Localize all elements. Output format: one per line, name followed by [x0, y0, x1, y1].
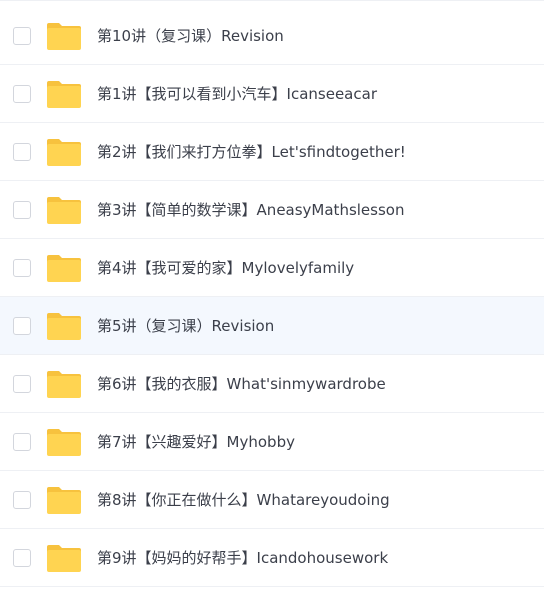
- checkbox[interactable]: [13, 490, 31, 509]
- file-name[interactable]: 第5讲（复习课）Revision: [97, 297, 274, 354]
- folder-icon: [47, 428, 81, 456]
- list-item[interactable]: 第2讲【我们来打方位拳】Let'sfindtogether!: [0, 123, 544, 181]
- list-item[interactable]: 第3讲【简单的数学课】AneasyMathslesson: [0, 181, 544, 239]
- list-item[interactable]: 第7讲【兴趣爱好】Myhobby: [0, 413, 544, 471]
- list-item[interactable]: 第6讲【我的衣服】What'sinmywardrobe: [0, 355, 544, 413]
- file-name[interactable]: 第9讲【妈妈的好帮手】Icandohousework: [97, 529, 388, 586]
- file-name[interactable]: 第7讲【兴趣爱好】Myhobby: [97, 413, 295, 470]
- checkbox[interactable]: [13, 374, 31, 393]
- checkbox[interactable]: [13, 142, 31, 161]
- list-item[interactable]: 第5讲（复习课）Revision: [0, 297, 544, 355]
- folder-icon: [47, 312, 81, 340]
- list-item[interactable]: 第1讲【我可以看到小汽车】Icanseeacar: [0, 65, 544, 123]
- file-name[interactable]: 第2讲【我们来打方位拳】Let'sfindtogether!: [97, 123, 406, 180]
- folder-icon: [47, 138, 81, 166]
- folder-icon: [47, 196, 81, 224]
- file-name[interactable]: 第3讲【简单的数学课】AneasyMathslesson: [97, 181, 404, 238]
- list-item[interactable]: 第10讲（复习课）Revision: [0, 7, 544, 65]
- file-name[interactable]: 第4讲【我可爱的家】Mylovelyfamily: [97, 239, 354, 296]
- folder-icon: [47, 370, 81, 398]
- folder-icon: [47, 544, 81, 572]
- file-list: 第10讲（复习课）Revision 第1讲【我可以看到小汽车】Icanseeac…: [0, 0, 544, 596]
- file-name[interactable]: 第10讲（复习课）Revision: [97, 7, 284, 64]
- folder-icon: [47, 486, 81, 514]
- file-name[interactable]: 第1讲【我可以看到小汽车】Icanseeacar: [97, 65, 377, 122]
- folder-icon: [47, 22, 81, 50]
- checkbox[interactable]: [13, 26, 31, 45]
- checkbox[interactable]: [13, 200, 31, 219]
- checkbox[interactable]: [13, 432, 31, 451]
- folder-icon: [47, 254, 81, 282]
- folder-icon: [47, 80, 81, 108]
- file-name[interactable]: 第8讲【你正在做什么】Whatareyoudoing: [97, 471, 390, 528]
- checkbox[interactable]: [13, 258, 31, 277]
- list-item[interactable]: 第8讲【你正在做什么】Whatareyoudoing: [0, 471, 544, 529]
- list-item[interactable]: 第4讲【我可爱的家】Mylovelyfamily: [0, 239, 544, 297]
- checkbox[interactable]: [13, 548, 31, 567]
- list-item[interactable]: 第9讲【妈妈的好帮手】Icandohousework: [0, 529, 544, 587]
- checkbox[interactable]: [13, 84, 31, 103]
- checkbox[interactable]: [13, 316, 31, 335]
- file-name[interactable]: 第6讲【我的衣服】What'sinmywardrobe: [97, 355, 386, 412]
